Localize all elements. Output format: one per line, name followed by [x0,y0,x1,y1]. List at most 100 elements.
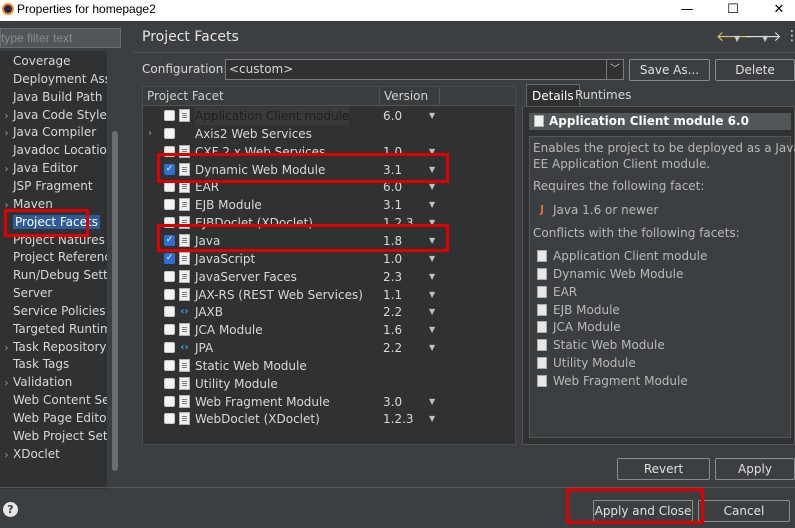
facet-row-utility-module[interactable]: Utility Module [143,375,515,393]
chevron-down-icon[interactable]: ﹀ [606,60,623,79]
revert-button[interactable]: Revert [617,458,710,480]
conflicting-facet: Application Client module [553,249,708,263]
apply-button[interactable]: Apply [715,458,795,480]
nav-scrollbar-thumb[interactable] [112,131,118,471]
facet-checkbox[interactable] [164,359,175,371]
details-body: Enables the project to be deployed as a … [529,136,795,438]
facet-row-web-fragment-module[interactable]: Web Fragment Module 3.0 ▼ [143,393,515,411]
facet-row-static-web-module[interactable]: Static Web Module [143,357,515,375]
forward-arrow-icon[interactable]: 🡒 [744,28,782,45]
column-header-facet[interactable]: Project Facet [143,87,380,106]
facet-doc-icon [534,115,544,127]
nav-item-targeted-runtimes[interactable]: Targeted Runtimes [0,320,107,338]
nav-item-validation[interactable]: › Validation [0,373,73,391]
facet-row-jpa[interactable]: ‹› JPA 2.2 ▼ [143,339,515,357]
nav-item-coverage[interactable]: Coverage [0,52,71,70]
facet-checkbox[interactable] [164,342,175,354]
back-arrow-icon[interactable]: 🡐 [716,28,754,45]
minimize-button[interactable]: — [664,0,710,21]
facet-doc-icon [179,394,190,408]
facet-doc-icon [537,303,547,316]
nav-item-java-compiler[interactable]: › Java Compiler [0,123,97,141]
nav-item-xdoclet[interactable]: › XDoclet [0,445,60,463]
nav-item-service-policies[interactable]: Service Policies [0,302,106,320]
version-dropdown-icon[interactable]: ▼ [429,250,435,268]
facet-checkbox[interactable] [164,127,175,139]
nav-item-java-editor[interactable]: › Java Editor [0,159,78,177]
nav-item-server[interactable]: Server [0,284,52,302]
close-button[interactable]: ✕ [756,0,795,21]
facet-checkbox[interactable] [164,199,175,211]
apply-label: Apply [738,462,772,476]
nav-scrollbar[interactable] [110,51,120,489]
help-icon[interactable]: ? [3,502,18,517]
chevron-right-icon[interactable]: › [0,447,13,465]
nav-item-javadoc-location[interactable]: Javadoc Location [0,141,107,159]
facet-row-jax-rs-rest-web-services[interactable]: JAX-RS (REST Web Services) 1.1 ▼ [143,286,515,304]
version-dropdown-icon[interactable]: ▼ [429,410,435,428]
maximize-button[interactable]: ☐ [710,0,756,21]
nav-item-label: Server [13,286,53,301]
facet-doc-icon [179,412,190,426]
version-dropdown-icon[interactable]: ▼ [429,339,435,357]
kebab-menu-icon[interactable]: ⋮ [785,28,795,44]
facet-checkbox[interactable] [164,181,175,193]
facet-row-javascript[interactable]: ✓ JavaScript 1.0 ▼ [143,250,515,268]
facet-version: 6.0 [383,109,403,123]
version-dropdown-icon[interactable]: ▼ [429,107,435,125]
version-dropdown-icon[interactable]: ▼ [429,196,435,214]
save-as-button[interactable]: Save As... [629,59,710,81]
facet-row-ejb-module[interactable]: EJB Module 3.1 ▼ [143,196,515,214]
nav-item-jsp-fragment[interactable]: JSP Fragment [0,177,93,195]
facet-checkbox[interactable]: ✓ [164,252,175,264]
facet-checkbox[interactable] [164,270,175,282]
nav-item-java-code-style[interactable]: › Java Code Style [0,106,107,124]
nav-item-deployment-assembly[interactable]: Deployment Assembly [0,70,107,88]
save-as-label: Save As... [639,63,700,77]
version-dropdown-icon[interactable]: ▼ [429,393,435,411]
facet-checkbox[interactable] [164,288,175,300]
facet-row-application-client-module[interactable]: Application Client module 6.0 ▼ [143,107,515,125]
nav-item-project-references[interactable]: Project References [0,248,107,266]
filter-input[interactable]: type filter text [0,28,121,48]
version-dropdown-icon[interactable]: ▼ [429,286,435,304]
property-tree: Coverage Deployment Assembly Java Build Pa… [0,51,107,489]
window-title: Properties for homepage2 [17,2,156,16]
facet-row-javaserver-faces[interactable]: JavaServer Faces 2.3 ▼ [143,268,515,286]
facet-row-jca-module[interactable]: JCA Module 1.6 ▼ [143,321,515,339]
nav-item-label: XDoclet [13,446,60,461]
facet-row-webdoclet-xdoclet[interactable]: WebDoclet (XDoclet) 1.2.3 ▼ [143,410,515,428]
cancel-button[interactable]: Cancel [698,500,790,522]
facet-checkbox[interactable] [164,377,175,389]
facet-checkbox[interactable] [164,306,175,318]
chevron-right-icon[interactable]: › [148,125,152,143]
facet-row-axis2-web-services[interactable]: › Axis2 Web Services [143,125,515,143]
delete-button[interactable]: Delete [715,59,795,81]
nav-item-web-project-settings[interactable]: Web Project Settings [0,427,107,445]
nav-item-web-content-settings[interactable]: Web Content Settings [0,391,107,409]
facet-row-jaxb[interactable]: ‹› JAXB 2.2 ▼ [143,303,515,321]
nav-item-task-tags[interactable]: Task Tags [0,355,69,373]
tab-runtimes[interactable]: Runtimes [570,84,636,106]
column-header-version[interactable]: Version [380,87,440,106]
version-dropdown-icon[interactable]: ▼ [429,303,435,321]
facet-name: JPA [195,341,214,356]
details-title-bar: Application Client module 6.0 [529,113,791,130]
back-dropdown-icon[interactable]: ▼ [734,34,744,43]
configuration-select[interactable]: <custom> ﹀ [225,59,624,80]
nav-item-java-build-path[interactable]: Java Build Path [0,88,102,106]
facet-version: 2.3 [383,269,403,284]
nav-item-run-debug-settings[interactable]: Run/Debug Settings [0,266,107,284]
version-dropdown-icon[interactable]: ▼ [429,268,435,286]
nav-item-web-page-editor[interactable]: Web Page Editor [0,409,107,427]
version-dropdown-icon[interactable]: ▼ [429,321,435,339]
conflicts-label: Conflicts with the following facets: [533,226,740,240]
facet-checkbox[interactable] [164,395,175,407]
facet-checkbox[interactable] [164,110,175,121]
forward-dropdown-icon[interactable]: ▼ [762,34,772,43]
facet-checkbox[interactable] [164,324,175,336]
nav-item-label: Targeted Runtimes [13,321,107,336]
facet-version: 3.0 [383,394,403,409]
nav-item-task-repository[interactable]: › Task Repository [0,338,107,356]
facet-checkbox[interactable] [164,413,175,425]
